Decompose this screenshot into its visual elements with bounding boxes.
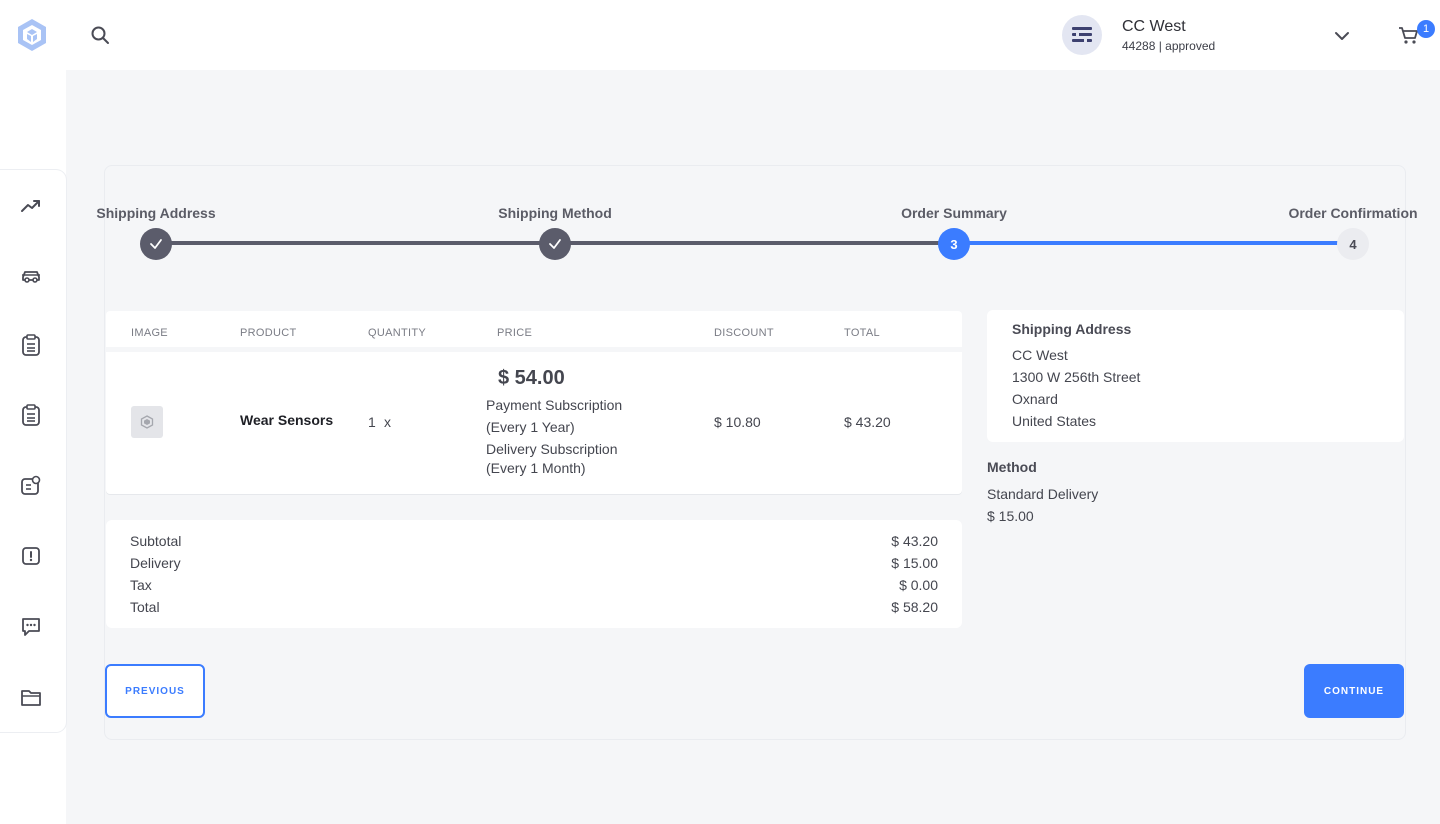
payment-subscription-label: Payment Subscription [486, 397, 623, 413]
quantity-multiplier: x [384, 414, 391, 430]
total-label: Total [130, 599, 160, 615]
step-done-shipping-address[interactable] [140, 228, 172, 260]
total-value: $ 58.20 [891, 599, 938, 615]
column-header-total: TOTAL [844, 327, 880, 339]
profile-card-icon[interactable] [20, 474, 42, 496]
step-label-order-confirmation: Order Confirmation [1288, 205, 1418, 221]
step-connector [570, 241, 940, 245]
check-icon [549, 239, 561, 249]
delivery-subscription-period: (Every 1 Month) [486, 460, 586, 476]
cart-count-badge[interactable]: 1 [1417, 20, 1435, 38]
car-icon[interactable] [20, 264, 42, 286]
alert-icon[interactable] [20, 545, 42, 567]
clipboard-icon[interactable] [20, 334, 42, 356]
delivery-value: $ 15.00 [891, 555, 938, 571]
trending-up-icon[interactable] [20, 195, 42, 217]
delivery-subscription-label: Delivery Subscription [486, 441, 618, 457]
check-icon [150, 239, 162, 249]
shipping-name: CC West [1012, 347, 1068, 363]
column-header-quantity: QUANTITY [368, 327, 427, 339]
shipping-country: United States [1012, 413, 1097, 429]
store-avatar-icon[interactable] [1062, 15, 1102, 55]
quantity-value: 1 [368, 414, 376, 430]
product-placeholder-icon [140, 415, 154, 429]
subtotal-value: $ 43.20 [891, 533, 938, 549]
discount-value: $ 10.80 [714, 414, 761, 430]
product-name[interactable]: Wear Sensors [240, 412, 333, 428]
tax-value: $ 0.00 [899, 577, 938, 593]
delivery-label: Delivery [130, 555, 181, 571]
top-bar: CC West 44288 | approved 1 [0, 0, 1440, 70]
row-total-value: $ 43.20 [844, 414, 891, 430]
shipping-address-box: Shipping Address CC West 1300 W 256th St… [987, 310, 1404, 442]
cube-logo-icon[interactable] [15, 17, 49, 53]
folder-icon[interactable] [20, 686, 42, 708]
product-image [131, 406, 163, 438]
method-title: Method [987, 459, 1037, 475]
chevron-down-icon[interactable] [1333, 27, 1351, 45]
shipping-city: Oxnard [1012, 391, 1058, 407]
user-name: CC West [1122, 18, 1186, 35]
step-pending-order-confirmation[interactable]: 4 [1337, 228, 1369, 260]
order-table-header: IMAGE PRODUCT QUANTITY PRICE DISCOUNT TO… [106, 311, 962, 347]
step-done-shipping-method[interactable] [539, 228, 571, 260]
user-account-status: 44288 | approved [1122, 39, 1216, 53]
step-connector [170, 241, 540, 245]
column-header-product: PRODUCT [240, 327, 297, 339]
payment-subscription-period: (Every 1 Year) [486, 419, 575, 435]
previous-button[interactable]: PREVIOUS [105, 664, 205, 718]
left-rail-nav [0, 170, 66, 732]
step-label-order-summary: Order Summary [901, 205, 1007, 221]
chat-icon[interactable] [20, 615, 42, 637]
price-value: $ 54.00 [498, 367, 565, 389]
order-totals: Subtotal $ 43.20 Delivery $ 15.00 Tax $ … [106, 520, 962, 628]
subtotal-label: Subtotal [130, 533, 182, 549]
table-row: Wear Sensors 1 x $ 54.00 Payment Subscri… [106, 352, 962, 494]
tax-label: Tax [130, 577, 152, 593]
method-name: Standard Delivery [987, 486, 1099, 502]
method-price: $ 15.00 [987, 508, 1034, 524]
search-icon[interactable] [90, 25, 110, 45]
step-label-shipping-address: Shipping Address [96, 205, 216, 221]
shipping-street: 1300 W 256th Street [1012, 369, 1141, 385]
column-header-discount: DISCOUNT [714, 327, 774, 339]
continue-button[interactable]: CONTINUE [1304, 664, 1404, 718]
step-active-order-summary[interactable]: 3 [938, 228, 970, 260]
clipboard-list-icon[interactable] [20, 404, 42, 426]
step-label-shipping-method: Shipping Method [498, 205, 612, 221]
step-connector-active [969, 241, 1339, 245]
column-header-image: IMAGE [131, 327, 168, 339]
column-header-price: PRICE [497, 327, 533, 339]
shipping-address-title: Shipping Address [1012, 321, 1132, 337]
